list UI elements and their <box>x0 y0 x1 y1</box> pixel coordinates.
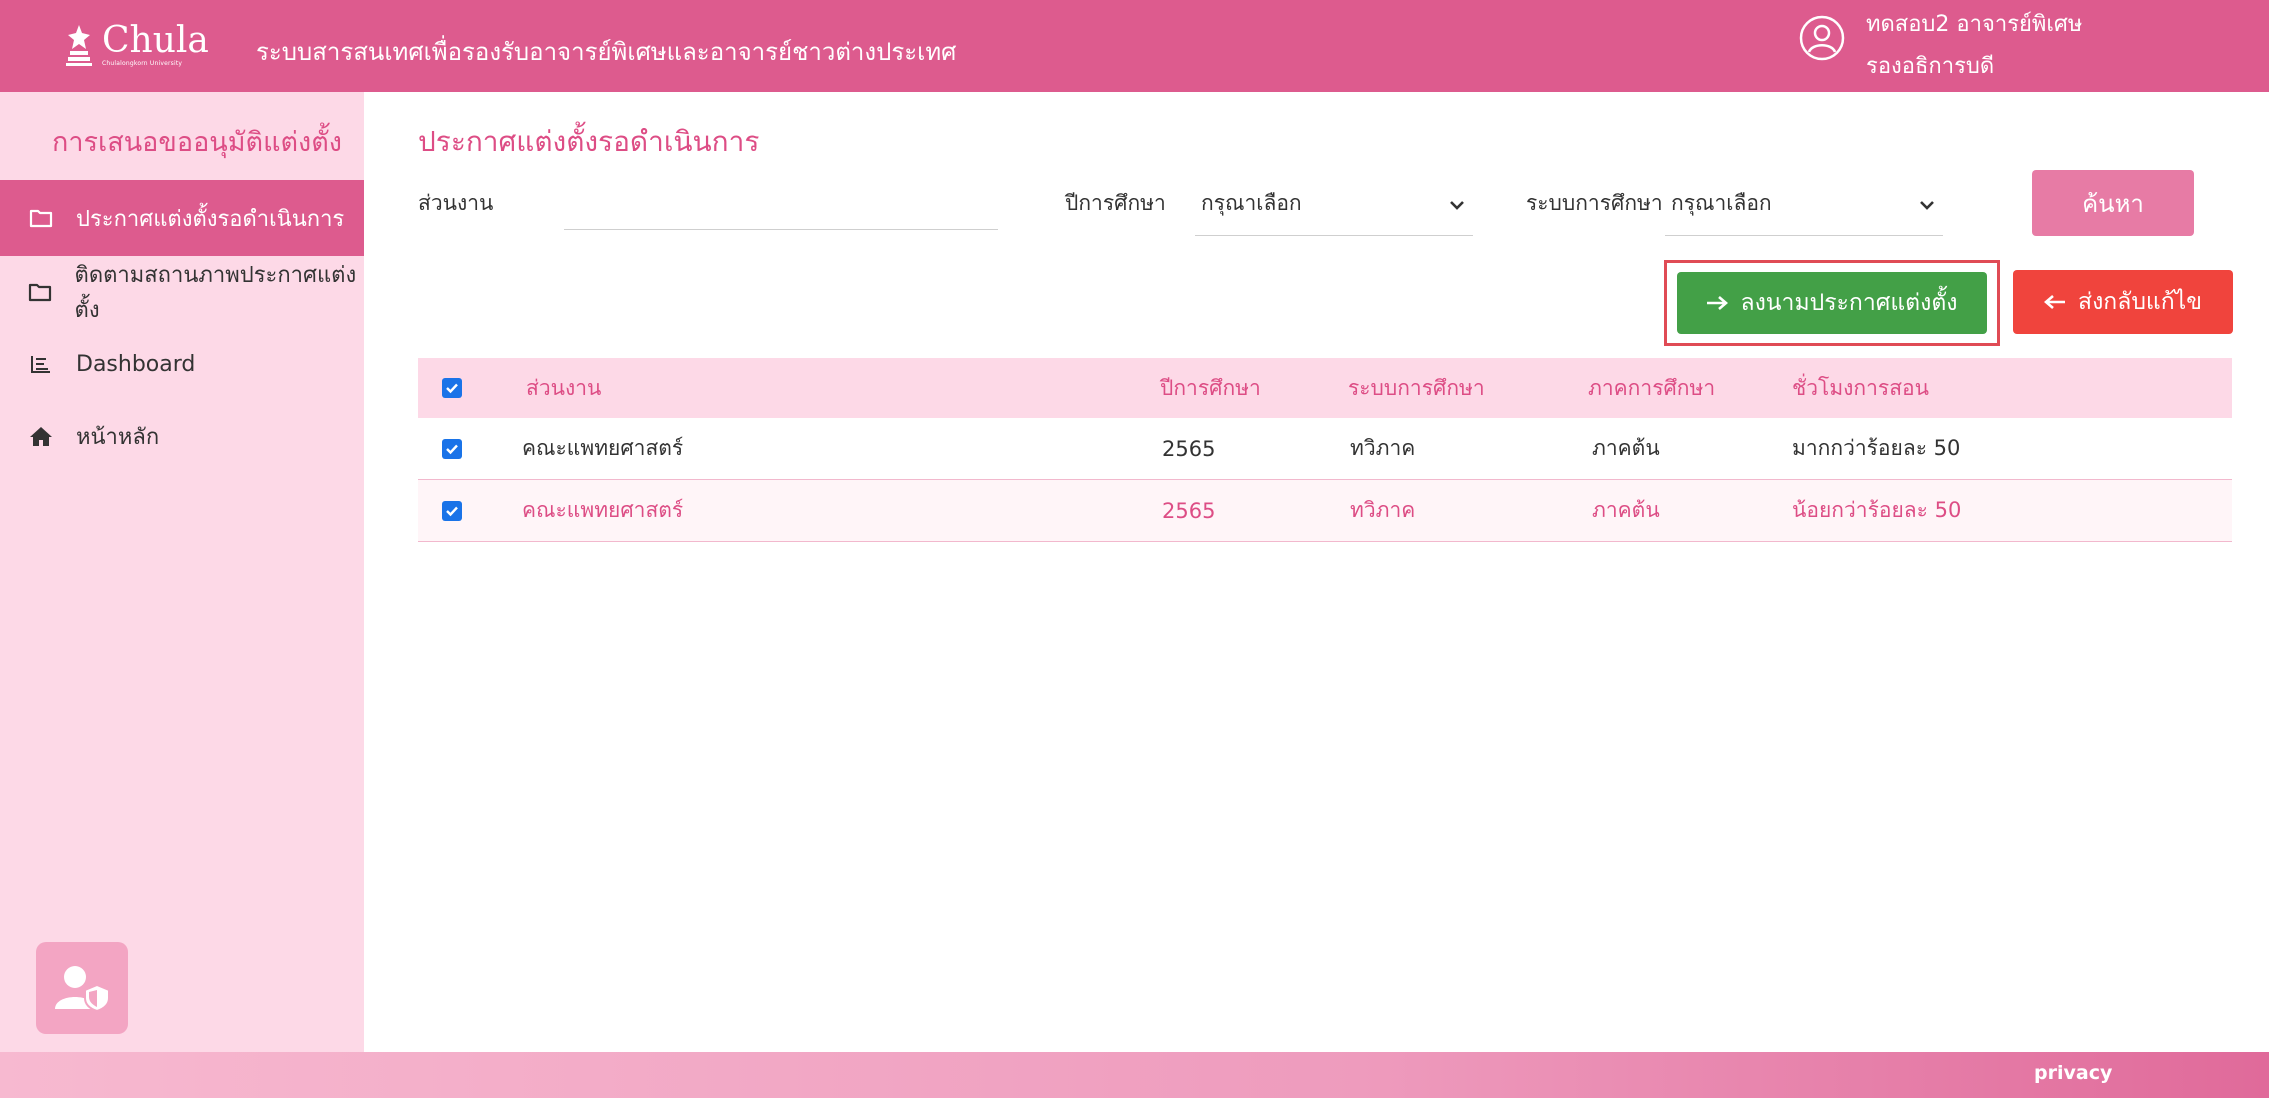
user-name: ทดสอบ2 อาจารย์พิเศษ <box>1866 12 2083 37</box>
announcements-table: ส่วนงาน ปีการศึกษา ระบบการศึกษา ภาคการศึ… <box>418 358 2232 542</box>
arrow-right-icon <box>1707 296 1729 310</box>
folder-icon <box>28 207 54 229</box>
sidebar-item-label: หน้าหลัก <box>76 424 160 450</box>
footer: privacy <box>0 1052 2269 1098</box>
cell-year: 2565 <box>1162 436 1216 461</box>
column-header-unit[interactable]: ส่วนงาน <box>526 358 601 418</box>
user-account-icon[interactable] <box>1798 14 1846 62</box>
column-header-hours[interactable]: ชั่วโมงการสอน <box>1792 358 1929 418</box>
user-shield-icon[interactable] <box>36 942 128 1034</box>
unit-filter-input[interactable] <box>564 180 998 230</box>
system-filter-label: ระบบการศึกษา <box>1526 191 1663 215</box>
list-icon <box>28 353 54 375</box>
row-checkbox[interactable] <box>442 438 462 459</box>
sidebar-heading: การเสนอขออนุมัติแต่งตั้ง <box>52 127 342 158</box>
checkmark-icon <box>446 383 458 394</box>
year-filter-select[interactable]: กรุณาเลือก <box>1195 176 1473 236</box>
checkmark-icon <box>446 444 458 454</box>
return-button-label: ส่งกลับแก้ไข <box>2078 289 2202 315</box>
top-bar: Chula Chulalongkorn University ระบบสารสน… <box>0 0 2269 92</box>
logo-wordmark: Chula <box>102 20 209 61</box>
cell-unit: คณะแพทยศาสตร์ <box>522 498 684 522</box>
sidebar-item-label: ประกาศแต่งตั้งรอดำเนินการ <box>76 206 345 232</box>
user-role: รองอธิการบดี <box>1866 54 1995 79</box>
column-header-term[interactable]: ภาคการศึกษา <box>1588 358 1715 418</box>
row-checkbox[interactable] <box>442 500 462 521</box>
cell-system: ทวิภาค <box>1350 498 1416 522</box>
search-button[interactable]: ค้นหา <box>2032 170 2194 236</box>
logo-subtitle: Chulalongkorn University <box>102 60 183 67</box>
home-icon <box>28 425 54 447</box>
arrow-left-icon <box>2044 295 2066 309</box>
sidebar-item-dashboard[interactable]: Dashboard <box>0 326 364 402</box>
year-filter-label: ปีการศึกษา <box>1065 191 1166 215</box>
system-filter-select[interactable]: กรุณาเลือก <box>1665 176 1943 236</box>
sidebar-item-label: ติดตามสถานภาพประกาศแต่งตั้ง <box>74 263 357 323</box>
sidebar-item-pending-announcements[interactable]: ประกาศแต่งตั้งรอดำเนินการ <box>0 180 364 256</box>
chula-logo[interactable]: Chula Chulalongkorn University <box>64 22 209 67</box>
folder-icon <box>28 281 53 303</box>
sidebar-item-home[interactable]: หน้าหลัก <box>0 398 364 474</box>
cell-system: ทวิภาค <box>1350 436 1416 460</box>
sidebar-item-label: Dashboard <box>76 351 196 377</box>
sign-button-label: ลงนามประกาศแต่งตั้ง <box>1740 290 1958 316</box>
year-filter-value: กรุณาเลือก <box>1201 191 1302 215</box>
cell-year: 2565 <box>1162 498 1216 523</box>
chula-emblem-icon <box>66 25 92 66</box>
cell-term: ภาคต้น <box>1592 498 1660 522</box>
app-title: ระบบสารสนเทศเพื่อรองรับอาจารย์พิเศษและอา… <box>256 38 957 66</box>
sidebar: การเสนอขออนุมัติแต่งตั้ง ประกาศแต่งตั้งร… <box>0 92 364 1052</box>
cell-hours: น้อยกว่าร้อยละ 50 <box>1792 498 1962 522</box>
cell-hours: มากกว่าร้อยละ 50 <box>1792 436 1961 460</box>
cell-unit: คณะแพทยศาสตร์ <box>522 436 684 460</box>
system-filter-value: กรุณาเลือก <box>1671 191 1772 215</box>
chevron-down-icon <box>1450 201 1464 210</box>
table-row[interactable]: คณะแพทยศาสตร์ 2565 ทวิภาค ภาคต้น มากกว่า… <box>418 418 2232 480</box>
sign-announcement-button[interactable]: ลงนามประกาศแต่งตั้ง <box>1677 272 1987 334</box>
table-row[interactable]: คณะแพทยศาสตร์ 2565 ทวิภาค ภาคต้น น้อยกว่… <box>418 480 2232 542</box>
return-for-edit-button[interactable]: ส่งกลับแก้ไข <box>2013 270 2233 334</box>
column-header-year[interactable]: ปีการศึกษา <box>1160 358 1261 418</box>
select-all-checkbox[interactable] <box>442 378 462 398</box>
sidebar-item-track-status[interactable]: ติดตามสถานภาพประกาศแต่งตั้ง <box>0 254 364 330</box>
checkmark-icon <box>446 506 458 516</box>
cell-term: ภาคต้น <box>1592 436 1660 460</box>
unit-filter-label: ส่วนงาน <box>418 191 494 215</box>
table-header: ส่วนงาน ปีการศึกษา ระบบการศึกษา ภาคการศึ… <box>418 358 2232 418</box>
chevron-down-icon <box>1920 201 1934 210</box>
page-title: ประกาศแต่งตั้งรอดำเนินการ <box>418 125 760 158</box>
privacy-link[interactable]: privacy <box>2034 1062 2112 1084</box>
column-header-system[interactable]: ระบบการศึกษา <box>1348 358 1485 418</box>
